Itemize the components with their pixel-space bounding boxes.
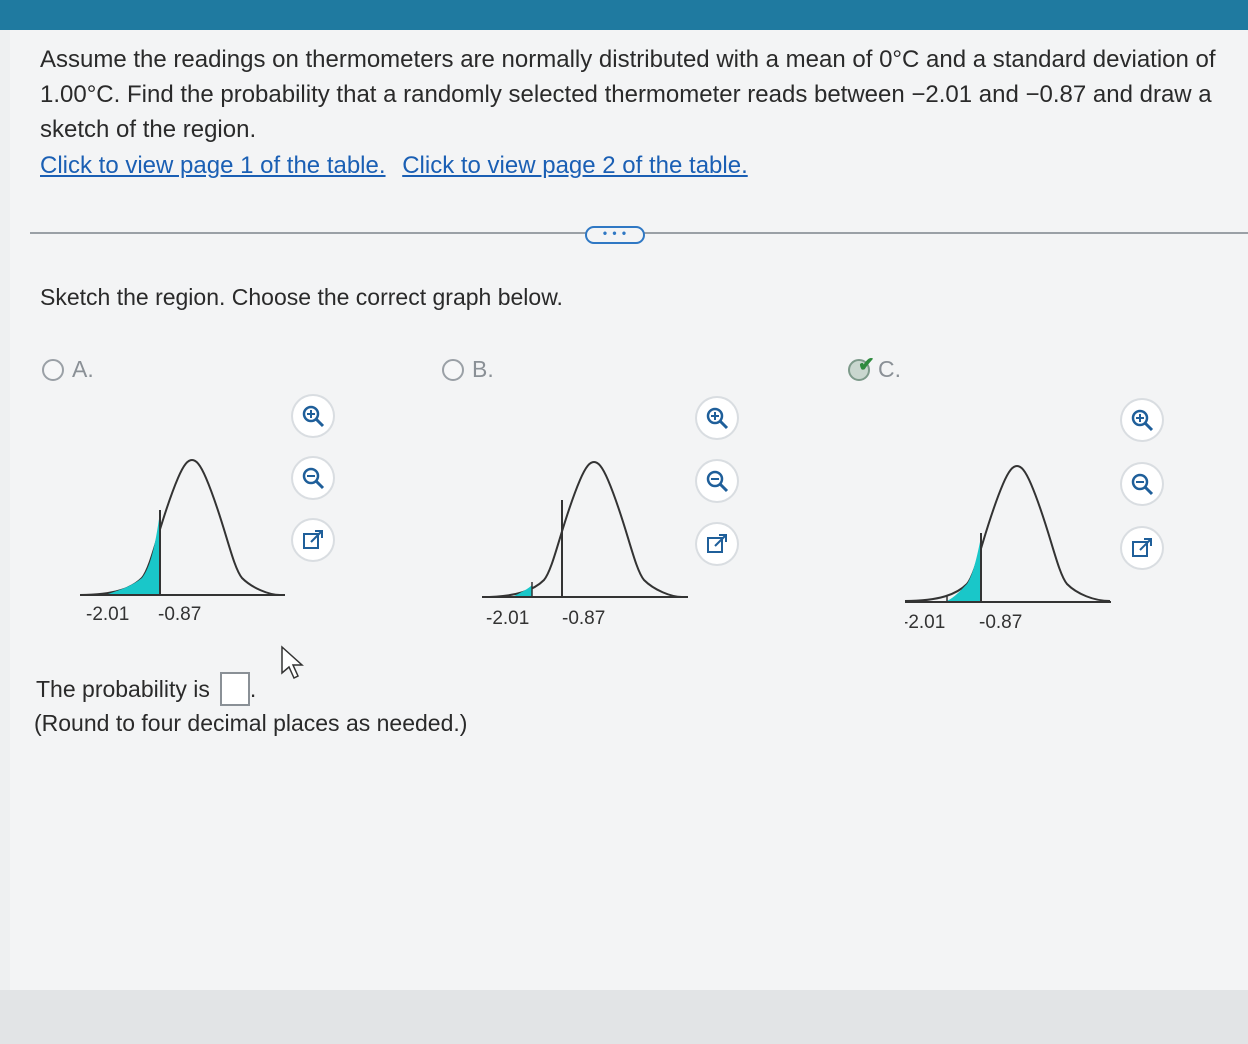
external-link-icon[interactable] xyxy=(293,520,333,560)
zoom-out-icon[interactable] xyxy=(1122,464,1162,504)
option-a-radio[interactable] xyxy=(42,358,64,381)
zoom-out-icon[interactable] xyxy=(697,461,737,501)
graph-c-right-tick: -0.87 xyxy=(979,612,1022,633)
option-c-radio[interactable]: ✔ xyxy=(848,354,875,381)
option-c-label: C. xyxy=(878,356,901,382)
option-a[interactable]: A. xyxy=(42,356,94,383)
graph-c-left-tick: -2.01 xyxy=(905,612,945,633)
question-text: Assume the readings on thermometers are … xyxy=(40,46,1216,143)
graph-c: -2.01 -0.87 xyxy=(905,464,1111,633)
option-a-label: A. xyxy=(72,356,94,382)
probability-answer-input[interactable] xyxy=(219,672,250,706)
option-b[interactable]: B. xyxy=(442,356,494,383)
graph-b-right-tick: -0.87 xyxy=(562,608,605,629)
probability-period: . xyxy=(249,675,257,702)
expand-more-button[interactable]: • • • xyxy=(585,226,645,244)
zoom-in-icon[interactable] xyxy=(697,398,737,438)
graph-a: -2.01 -0.87 xyxy=(80,458,285,625)
top-bar xyxy=(0,0,1248,30)
zoom-in-icon[interactable] xyxy=(1122,400,1162,440)
graph-a-left-tick: -2.01 xyxy=(86,604,129,625)
probability-label: The probability is xyxy=(36,675,210,702)
mouse-cursor-icon xyxy=(281,645,304,680)
graph-b-left-tick: -2.01 xyxy=(486,608,529,629)
graph-b-shaded-region xyxy=(512,585,532,597)
probability-line: The probability is . xyxy=(36,672,256,706)
graph-a-right-tick: -0.87 xyxy=(158,604,201,625)
option-b-radio[interactable] xyxy=(442,358,464,381)
table-links: Click to view page 1 of the table. Click… xyxy=(40,152,758,180)
option-c[interactable]: ✔ C. xyxy=(848,354,901,383)
table-page-2-link[interactable]: Click to view page 2 of the table. xyxy=(402,152,748,179)
zoom-in-icon[interactable] xyxy=(293,396,333,436)
correct-check-icon: ✔ xyxy=(858,353,875,376)
footer-band xyxy=(0,990,1248,1044)
graph-c-shaded-region xyxy=(947,537,981,601)
table-page-1-link[interactable]: Click to view page 1 of the table. xyxy=(40,152,386,179)
zoom-out-icon[interactable] xyxy=(293,458,333,498)
option-b-label: B. xyxy=(472,356,494,382)
external-link-icon[interactable] xyxy=(697,524,737,564)
graph-b: -2.01 -0.87 xyxy=(482,460,688,629)
external-link-icon[interactable] xyxy=(1122,528,1162,568)
sketch-prompt: Sketch the region. Choose the correct gr… xyxy=(40,284,563,310)
rounding-note: (Round to four decimal places as needed.… xyxy=(34,710,468,736)
